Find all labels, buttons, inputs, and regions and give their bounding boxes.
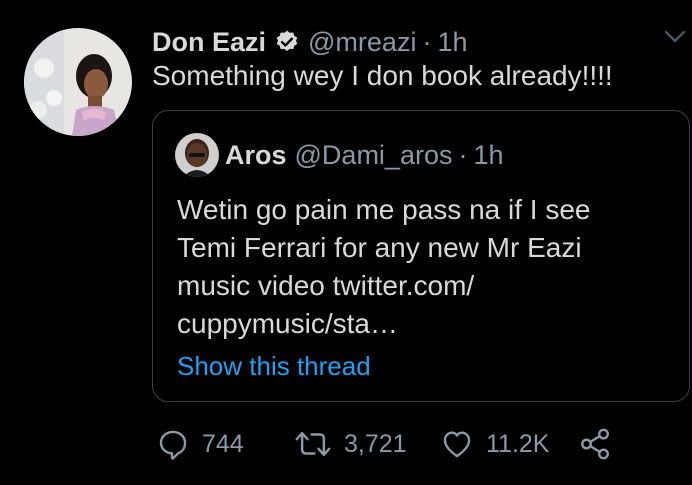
tweet-text: Something wey I don book already!!!! <box>152 60 613 91</box>
like-icon <box>440 427 474 461</box>
share-icon <box>578 427 612 461</box>
quoted-tweet-time[interactable]: 1h <box>473 140 503 171</box>
quoted-tweet[interactable]: Aros @Dami_aros · 1h Wetin go pain me pa… <box>152 110 690 402</box>
show-thread-link[interactable]: Show this thread <box>177 351 371 382</box>
chevron-down-icon[interactable] <box>664 30 686 44</box>
quoted-text-line: Wetin go pain me pass na if I see <box>177 194 591 225</box>
separator-dot: · <box>458 139 468 170</box>
quoted-author-name[interactable]: Aros <box>225 140 287 171</box>
retweet-count: 3,721 <box>344 429 407 458</box>
retweet-button[interactable]: 3,721 <box>294 424 407 464</box>
quoted-author-handle[interactable]: @Dami_aros <box>295 140 453 171</box>
verified-badge-icon <box>274 29 300 55</box>
like-count: 11.2K <box>486 429 550 458</box>
tweet[interactable]: Don Eazi @mreazi · 1h Something wey I do… <box>0 0 692 485</box>
reply-count: 744 <box>202 429 244 458</box>
quoted-text-line[interactable]: music video twitter.com/ <box>177 267 657 305</box>
author-avatar[interactable] <box>24 28 132 136</box>
quoted-text-line[interactable]: cuppymusic/sta… <box>177 305 657 343</box>
share-button[interactable] <box>578 424 612 464</box>
like-button[interactable]: 11.2K <box>440 424 549 464</box>
tweet-time[interactable]: 1h <box>437 27 467 58</box>
author-handle[interactable]: @mreazi <box>308 27 416 58</box>
retweet-icon <box>294 427 332 461</box>
reply-icon <box>156 427 190 461</box>
author-name[interactable]: Don Eazi <box>152 27 266 58</box>
quoted-text-line: Temi Ferrari for any new Mr Eazi <box>177 232 582 263</box>
separator-dot: · <box>422 26 432 57</box>
quoted-tweet-text: Wetin go pain me pass na if I see Temi F… <box>177 191 657 343</box>
quoted-header: Aros @Dami_aros · 1h <box>225 137 504 173</box>
reply-button[interactable]: 744 <box>156 424 244 464</box>
quoted-author-avatar[interactable] <box>175 133 219 177</box>
tweet-actions: 744 3,721 11.2K <box>156 424 676 464</box>
tweet-header: Don Eazi @mreazi · 1h <box>152 24 467 60</box>
